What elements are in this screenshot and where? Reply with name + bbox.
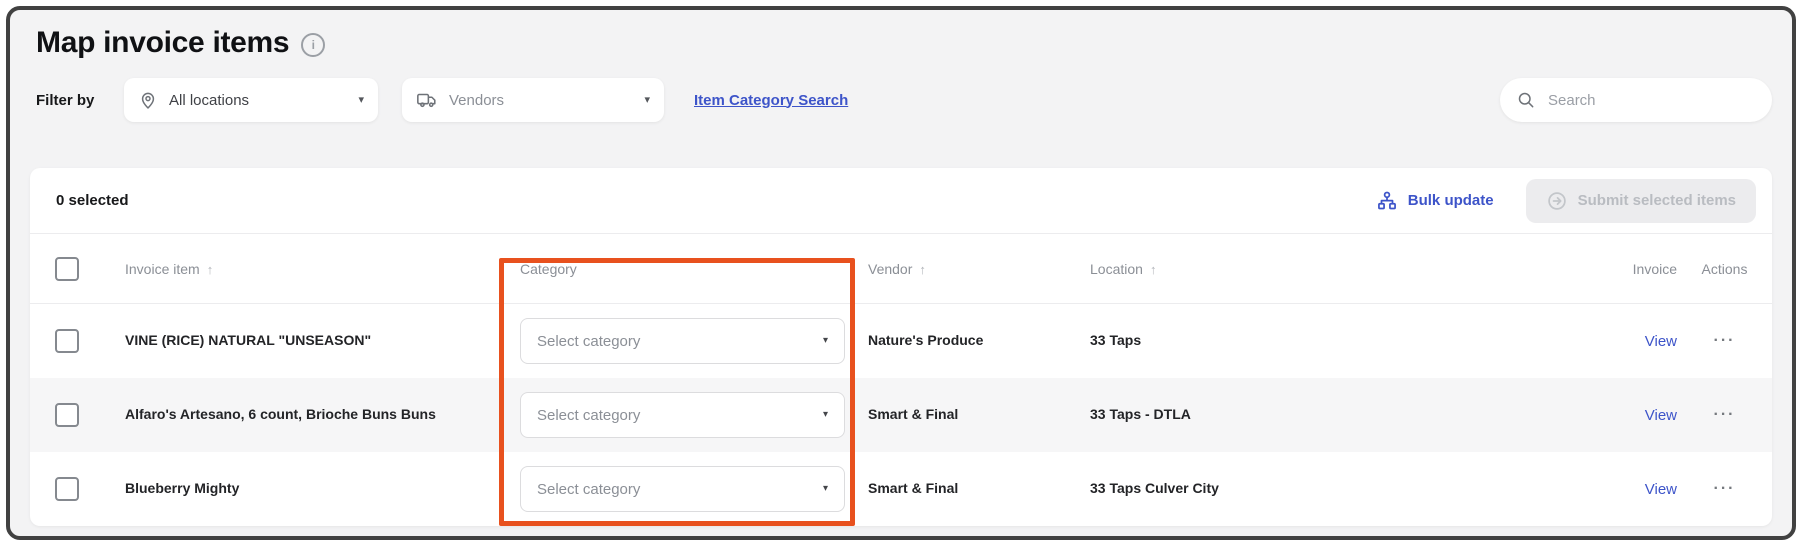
bulk-update-label: Bulk update — [1408, 192, 1494, 209]
search-icon — [1516, 90, 1536, 110]
location-name: 33 Taps - DTLA — [1090, 406, 1191, 422]
vendor-name: Nature's Produce — [868, 332, 983, 348]
submit-selected-items-button[interactable]: Submit selected items — [1526, 179, 1756, 223]
location-pin-icon — [138, 90, 158, 110]
submit-selected-items-label: Submit selected items — [1578, 192, 1736, 209]
sort-asc-icon: ↑ — [1150, 262, 1157, 277]
app-frame: Map invoice items i Filter by All locati… — [6, 6, 1796, 540]
row-checkbox[interactable] — [55, 329, 79, 353]
table-row: Blueberry Mighty Select category ▾ Smart… — [30, 452, 1772, 526]
chevron-down-icon: ▾ — [823, 410, 828, 420]
chevron-down-icon: ▾ — [823, 484, 828, 494]
map-invoice-items-page: Map invoice items i Filter by All locati… — [0, 0, 1802, 546]
search-input[interactable] — [1546, 91, 1756, 110]
row-checkbox[interactable] — [55, 403, 79, 427]
more-actions-icon[interactable]: ··· — [1714, 480, 1736, 498]
category-select-placeholder: Select category — [537, 481, 823, 498]
view-invoice-link[interactable]: View — [1645, 481, 1677, 498]
title-row: Map invoice items i — [36, 26, 1768, 60]
column-header-invoice-item[interactable]: Invoice item↑ — [125, 261, 520, 277]
locations-dropdown-value: All locations — [169, 92, 358, 109]
view-invoice-link[interactable]: View — [1645, 407, 1677, 424]
arrow-right-circle-icon — [1546, 190, 1568, 212]
page-title: Map invoice items — [36, 26, 289, 60]
vendor-name: Smart & Final — [868, 480, 958, 496]
category-select[interactable]: Select category ▾ — [520, 392, 845, 438]
select-all-checkbox[interactable] — [55, 257, 79, 281]
filter-by-label: Filter by — [36, 92, 124, 109]
invoice-item-name: Blueberry Mighty — [125, 480, 239, 496]
chevron-down-icon: ▾ — [644, 95, 650, 106]
bulk-update-button[interactable]: Bulk update — [1370, 189, 1500, 213]
vendors-dropdown-placeholder: Vendors — [449, 92, 644, 109]
column-header-category: Category — [520, 261, 868, 277]
more-actions-icon[interactable]: ··· — [1714, 406, 1736, 424]
more-actions-icon[interactable]: ··· — [1714, 332, 1736, 350]
chevron-down-icon: ▾ — [358, 95, 364, 106]
invoice-item-name: VINE (RICE) NATURAL "UNSEASON" — [125, 332, 371, 348]
sort-asc-icon: ↑ — [207, 262, 214, 277]
column-header-vendor[interactable]: Vendor↑ — [868, 261, 1090, 277]
item-category-search-link[interactable]: Item Category Search — [694, 92, 848, 109]
vendors-dropdown[interactable]: Vendors ▾ — [402, 78, 664, 122]
selected-count: 0 selected — [56, 192, 129, 209]
sort-asc-icon: ↑ — [919, 262, 926, 277]
column-header-invoice: Invoice — [1577, 261, 1677, 277]
sitemap-icon — [1376, 190, 1398, 212]
chevron-down-icon: ▾ — [823, 336, 828, 346]
category-select[interactable]: Select category ▾ — [520, 318, 845, 364]
location-name: 33 Taps — [1090, 332, 1141, 348]
category-select-placeholder: Select category — [537, 407, 823, 424]
location-name: 33 Taps Culver City — [1090, 480, 1219, 496]
column-header-location[interactable]: Location↑ — [1090, 261, 1577, 277]
invoice-items-card: 0 selected Bulk update — [30, 168, 1772, 526]
row-checkbox[interactable] — [55, 477, 79, 501]
search-box[interactable] — [1500, 78, 1772, 122]
category-select-placeholder: Select category — [537, 333, 823, 350]
info-icon[interactable]: i — [301, 33, 325, 57]
selection-toolbar: 0 selected Bulk update — [30, 168, 1772, 234]
table-row: Alfaro's Artesano, 6 count, Brioche Buns… — [30, 378, 1772, 452]
column-header-actions: Actions — [1677, 261, 1772, 277]
view-invoice-link[interactable]: View — [1645, 333, 1677, 350]
filter-bar: Filter by All locations ▾ — [36, 78, 1772, 122]
locations-dropdown[interactable]: All locations ▾ — [124, 78, 378, 122]
truck-icon — [416, 89, 438, 111]
table-header-row: Invoice item↑ Category Vendor↑ Location↑… — [30, 234, 1772, 304]
category-select[interactable]: Select category ▾ — [520, 466, 845, 512]
invoice-item-name: Alfaro's Artesano, 6 count, Brioche Buns… — [125, 406, 436, 422]
vendor-name: Smart & Final — [868, 406, 958, 422]
table-row: VINE (RICE) NATURAL "UNSEASON" Select ca… — [30, 304, 1772, 378]
